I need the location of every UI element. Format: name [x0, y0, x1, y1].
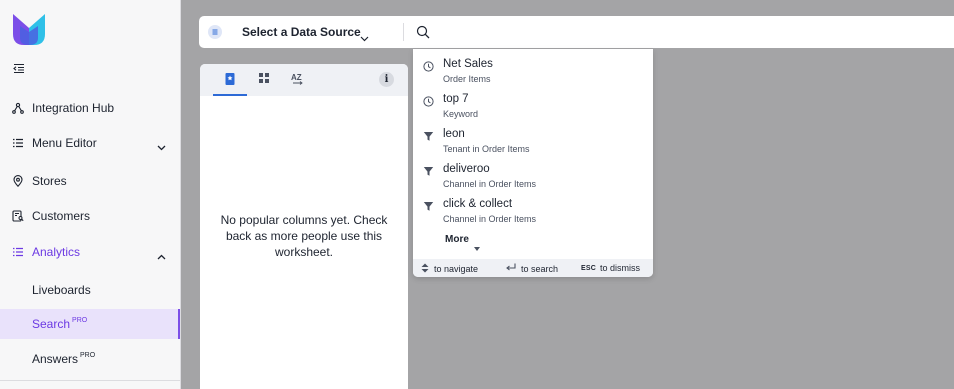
brand-logo[interactable] — [12, 12, 46, 46]
pro-badge: PRO — [80, 352, 96, 359]
search-icon — [416, 25, 430, 39]
sidebar-subitem-label: Answers PRO — [32, 352, 96, 366]
sidebar-subitem-answers[interactable]: Answers PRO — [0, 344, 180, 374]
more-suggestions-button[interactable]: More — [445, 234, 469, 245]
suggestion-subtitle: Channel in Order Items — [443, 214, 537, 224]
sidebar-item-customers[interactable]: Customers — [0, 201, 180, 231]
chevron-down-icon[interactable] — [157, 140, 166, 151]
suggestion-subtitle: Keyword — [443, 109, 479, 119]
divider — [0, 380, 180, 381]
info-icon[interactable]: i — [379, 72, 394, 87]
filter-icon — [423, 129, 434, 141]
hint-navigate-text: to navigate — [434, 264, 479, 274]
recent-clock-icon — [423, 59, 434, 72]
suggestion-item[interactable]: click & collect Channel in Order Items — [413, 192, 653, 227]
up-down-arrows-icon — [421, 263, 429, 275]
suggestion-subtitle: Tenant in Order Items — [443, 144, 530, 154]
sidebar-subitem-label: Search PRO — [32, 317, 88, 331]
enter-key-icon — [506, 263, 516, 274]
suggestion-item[interactable]: top 7 Keyword — [413, 87, 653, 122]
customers-icon — [12, 210, 24, 222]
hint-dismiss-text: to dismiss — [600, 263, 641, 273]
suggestion-item[interactable]: Net Sales Order Items — [413, 52, 653, 87]
panel-tabs: AZ i — [200, 64, 408, 96]
sidebar-item-integration-hub[interactable]: Integration Hub — [0, 93, 180, 123]
sidebar-subitem-label: Liveboards — [32, 283, 91, 297]
chevron-up-icon[interactable] — [157, 249, 166, 260]
search-suggestions-dropdown: Net Sales Order Items top 7 Keyword leon… — [413, 49, 653, 277]
tab-alphabetical-sort[interactable]: AZ — [280, 64, 314, 96]
recent-clock-icon — [423, 94, 434, 107]
columns-panel: AZ i No popular columns yet. Check back … — [200, 64, 408, 389]
search-input[interactable] — [439, 24, 939, 40]
esc-key-label: ESC — [581, 264, 596, 272]
sidebar-item-stores[interactable]: Stores — [0, 166, 180, 196]
integration-hub-icon — [12, 102, 24, 114]
data-source-icon — [208, 25, 222, 39]
suggestion-title: deliveroo — [443, 163, 490, 175]
sidebar-item-label: Stores — [32, 174, 67, 188]
sidebar-item-label: Analytics — [32, 245, 81, 259]
sidebar-item-menu-editor[interactable]: Menu Editor — [0, 128, 180, 158]
empty-state-message: No popular columns yet. Check back as mo… — [220, 213, 388, 259]
menu-list-icon — [12, 137, 24, 149]
sidebar-item-analytics[interactable]: Analytics — [0, 237, 180, 267]
analytics-list-icon — [12, 246, 24, 258]
chevron-down-icon[interactable] — [360, 29, 369, 42]
hint-search-text: to search — [521, 263, 559, 274]
tab-grid-view[interactable] — [247, 64, 281, 96]
suggestion-item[interactable]: deliveroo Channel in Order Items — [413, 157, 653, 192]
sidebar-subitem-search[interactable]: Search PRO — [0, 309, 180, 339]
sidebar-subitem-liveboards[interactable]: Liveboards — [0, 275, 180, 305]
caret-down-icon[interactable] — [474, 238, 480, 251]
collapse-sidebar-icon[interactable] — [13, 61, 25, 74]
sidebar-item-label: Integration Hub — [32, 101, 115, 115]
suggestion-title: click & collect — [443, 198, 513, 210]
search-bar: Select a Data Source — [199, 16, 954, 48]
hint-navigate: to navigate — [421, 263, 478, 275]
sidebar: Integration Hub Menu Editor Stores Custo… — [0, 0, 181, 389]
sidebar-item-label: Menu Editor — [32, 136, 97, 150]
data-source-selector[interactable]: Select a Data Source — [242, 25, 361, 39]
divider — [403, 23, 404, 41]
pro-badge: PRO — [72, 317, 88, 324]
suggestion-item[interactable]: leon Tenant in Order Items — [413, 122, 653, 157]
suggestion-title: Net Sales — [443, 58, 493, 70]
suggestion-title: leon — [443, 128, 465, 140]
filter-icon — [423, 199, 434, 211]
keyboard-hints-footer: to navigate to search ESC to dismiss — [413, 259, 653, 277]
suggestion-subtitle: Order Items — [443, 74, 491, 84]
hint-search: to search — [506, 263, 558, 274]
filter-icon — [423, 164, 434, 176]
map-pin-icon — [12, 175, 24, 188]
suggestion-subtitle: Channel in Order Items — [443, 179, 537, 189]
svg-text:AZ: AZ — [291, 73, 302, 82]
sidebar-item-label: Customers — [32, 209, 91, 223]
suggestion-title: top 7 — [443, 93, 469, 105]
tab-popular-columns[interactable] — [213, 64, 247, 96]
hint-dismiss: ESC to dismiss — [581, 263, 640, 273]
